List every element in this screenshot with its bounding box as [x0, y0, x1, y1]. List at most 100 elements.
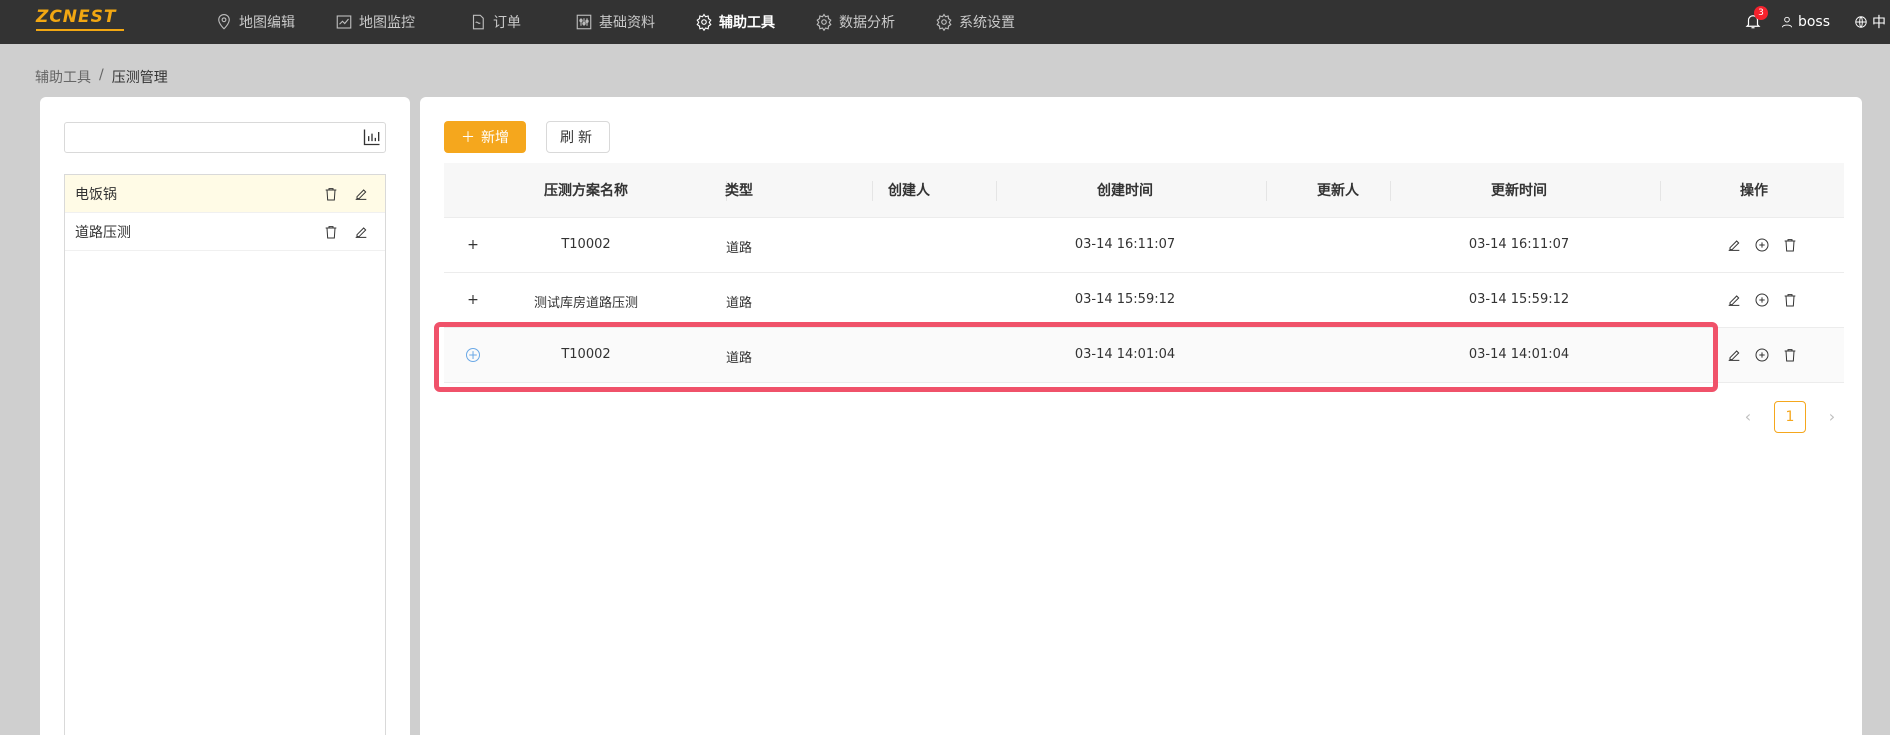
breadcrumb: 辅助工具 / 压测管理	[35, 67, 168, 87]
edit-button[interactable]	[353, 186, 369, 202]
column-divider	[996, 181, 997, 201]
cell-type: 道路	[725, 296, 752, 311]
column-divider	[872, 181, 873, 201]
edit-button[interactable]	[1726, 347, 1742, 363]
column-header-updater: 更新人	[1317, 183, 1359, 199]
nav-item-system-settings[interactable]: 系统设置	[935, 0, 1015, 44]
plus-circle-icon	[1755, 238, 1769, 252]
breadcrumb-separator: /	[99, 67, 104, 83]
nav-item-label: 辅助工具	[719, 15, 775, 31]
column-header-creator: 创建人	[888, 183, 930, 199]
nav-item-map-edit[interactable]: 地图编辑	[215, 0, 295, 44]
nav-item-label: 地图监控	[359, 15, 415, 31]
column-header-actions: 操作	[1740, 183, 1768, 199]
nav-item-data-analysis[interactable]: 数据分析	[815, 0, 895, 44]
table-row[interactable]: + T10002 道路 03-14 16:11:07 03-14 16:11:0…	[444, 218, 1844, 273]
trash-icon	[1784, 349, 1796, 362]
trash-icon	[325, 226, 337, 239]
column-header-updated-time: 更新时间	[1491, 183, 1547, 199]
pagination: ‹ 1 ›	[1740, 401, 1840, 433]
cell-type: 道路	[725, 351, 752, 366]
line-chart-icon	[336, 15, 352, 29]
cell-name: T10002	[561, 237, 611, 252]
row-actions	[1726, 237, 1798, 253]
cell-created-time: 03-14 15:59:12	[1074, 292, 1176, 307]
map-pin-icon	[218, 14, 230, 30]
nav-item-label: 地图编辑	[239, 15, 295, 31]
column-header-name: 压测方案名称	[544, 183, 628, 199]
cell-created-time: 03-14 14:01:04	[1074, 347, 1176, 362]
breadcrumb-parent[interactable]: 辅助工具	[35, 67, 91, 87]
tree-item-label: 电饭锅	[75, 186, 117, 203]
search-input[interactable]	[64, 122, 386, 153]
plus-circle-icon	[1755, 348, 1769, 362]
main-nav: 地图编辑 地图监控 订单 基础资料 辅助工具 数据分析 系统设置	[215, 0, 1015, 44]
cell-created-time: 03-14 16:11:07	[1074, 237, 1176, 252]
globe-icon	[1855, 16, 1867, 28]
notifications-button[interactable]: 3	[1744, 6, 1768, 32]
add-child-button[interactable]	[1754, 347, 1770, 363]
scheme-table-panel: ＋ 新增 刷新 压测方案名称 类型 创建人 创建时间 更新人 更新时间 操作 +…	[420, 97, 1862, 735]
nav-item-orders[interactable]: 订单	[469, 0, 521, 44]
user-icon	[1781, 16, 1793, 28]
edit-button[interactable]	[1726, 237, 1742, 253]
notification-badge: 3	[1753, 6, 1768, 20]
column-divider	[1390, 181, 1391, 201]
next-page-button[interactable]: ›	[1824, 409, 1840, 425]
tree-item[interactable]: 电饭锅	[65, 175, 385, 213]
scheme-table: 压测方案名称 类型 创建人 创建时间 更新人 更新时间 操作 + T10002 …	[444, 163, 1844, 383]
nav-item-map-monitor[interactable]: 地图监控	[335, 0, 415, 44]
cell-type: 道路	[725, 241, 752, 256]
add-child-button[interactable]	[1754, 237, 1770, 253]
user-menu[interactable]: boss	[1780, 14, 1830, 30]
delete-button[interactable]	[1782, 347, 1798, 363]
table-row[interactable]: + 测试库房道路压测 道路 03-14 15:59:12 03-14 15:59…	[444, 273, 1844, 328]
nav-item-label: 订单	[493, 15, 521, 31]
delete-button[interactable]	[323, 186, 339, 202]
expand-row-button[interactable]: +	[466, 238, 480, 252]
expand-row-button[interactable]: +	[466, 348, 480, 362]
delete-button[interactable]	[1782, 292, 1798, 308]
column-divider	[1660, 181, 1661, 201]
trash-icon	[1784, 294, 1796, 307]
language-label: 中	[1872, 15, 1886, 31]
prev-page-button[interactable]: ‹	[1740, 409, 1756, 425]
delete-button[interactable]	[1782, 237, 1798, 253]
delete-button[interactable]	[323, 224, 339, 240]
column-header-type: 类型	[725, 183, 753, 199]
pencil-icon	[1728, 350, 1740, 361]
nav-item-basic-data[interactable]: 基础资料	[575, 0, 655, 44]
language-switcher[interactable]: 中	[1854, 12, 1890, 32]
page-number-current[interactable]: 1	[1774, 401, 1806, 433]
cell-name: 测试库房道路压测	[533, 296, 638, 311]
nav-item-label: 基础资料	[599, 15, 655, 31]
breadcrumb-current: 压测管理	[111, 70, 168, 86]
table-header: 压测方案名称 类型 创建人 创建时间 更新人 更新时间 操作	[444, 163, 1844, 218]
add-button[interactable]: ＋ 新增	[444, 121, 526, 153]
table-row[interactable]: + T10002 道路 03-14 14:01:04 03-14 14:01:0…	[444, 328, 1844, 383]
column-divider	[1266, 181, 1267, 201]
sliders-icon	[576, 14, 592, 30]
logo[interactable]: ZCNEST	[36, 8, 126, 34]
add-child-button[interactable]	[1754, 292, 1770, 308]
cell-updated-time: 03-14 15:59:12	[1468, 292, 1570, 307]
edit-button[interactable]	[353, 224, 369, 240]
refresh-button-label: 刷新	[560, 129, 596, 145]
tree-item[interactable]: 道路压测	[65, 213, 385, 251]
nav-item-label: 数据分析	[839, 15, 895, 31]
logo-underline	[36, 29, 124, 31]
pencil-icon	[355, 189, 367, 200]
top-navbar: ZCNEST 地图编辑 地图监控 订单 基础资料 辅助工具 数据分析 系统设置 …	[0, 0, 1890, 44]
bar-chart-icon	[363, 129, 380, 146]
edit-button[interactable]	[1726, 292, 1742, 308]
gear-icon	[936, 13, 952, 31]
row-actions	[1726, 292, 1798, 308]
top-right-controls: 3 boss 中	[1744, 0, 1890, 44]
refresh-button[interactable]: 刷新	[546, 121, 610, 153]
cell-updated-time: 03-14 16:11:07	[1468, 237, 1570, 252]
nav-item-tools[interactable]: 辅助工具	[695, 0, 775, 44]
cell-updated-time: 03-14 14:01:04	[1468, 347, 1570, 362]
row-actions	[1726, 347, 1798, 363]
expand-row-button[interactable]: +	[466, 293, 480, 307]
bar-chart-button[interactable]	[362, 127, 384, 149]
